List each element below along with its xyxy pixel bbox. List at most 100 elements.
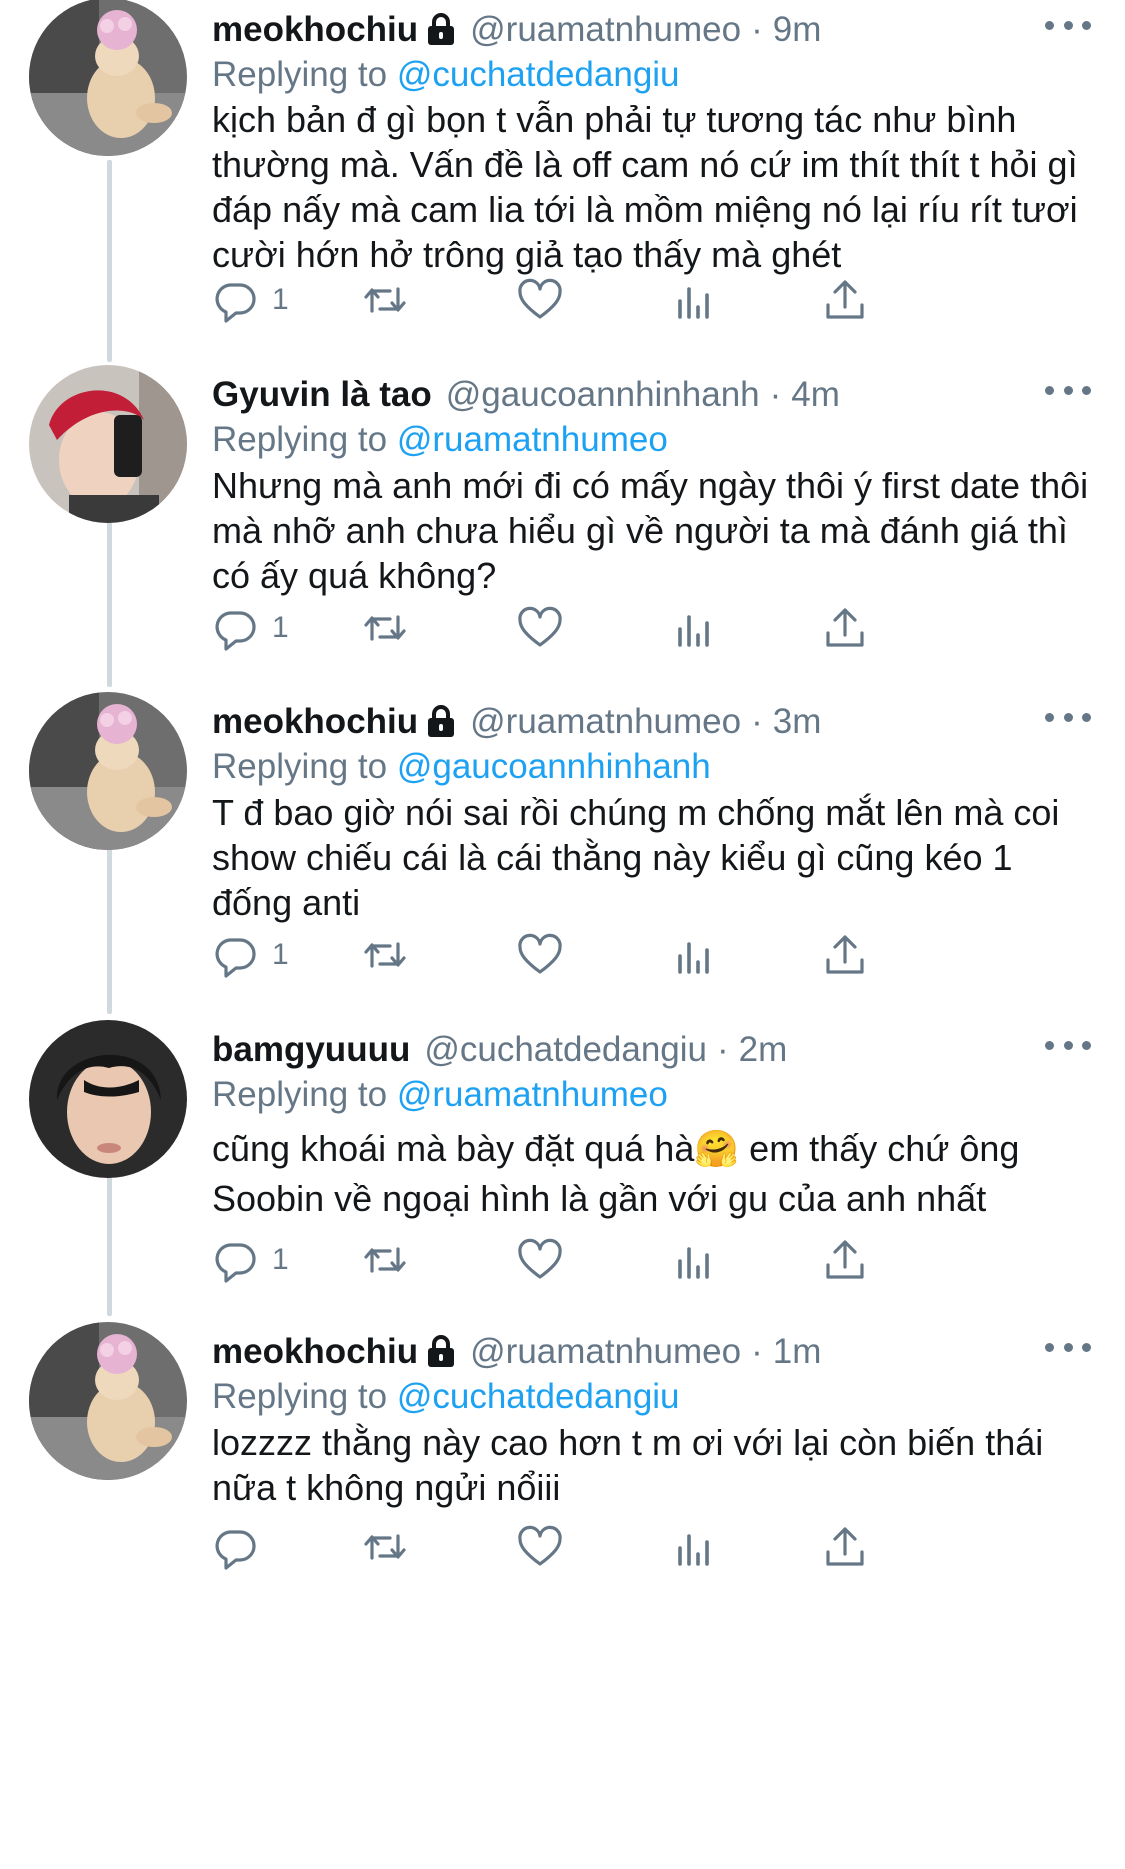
red-hair-selfie-avatar[interactable] xyxy=(29,365,187,523)
reply-icon xyxy=(212,605,258,651)
tweet[interactable]: bamgyuuuu @cuchatdedangiu · 2m Replying … xyxy=(0,1020,1125,1320)
display-name[interactable]: bamgyuuuu xyxy=(212,1030,410,1070)
reply-count: 1 xyxy=(272,283,289,316)
analytics-button[interactable] xyxy=(672,603,718,653)
display-name[interactable]: Gyuvin là tao xyxy=(212,375,432,415)
retweet-button[interactable] xyxy=(362,930,408,980)
like-button[interactable] xyxy=(517,930,563,980)
analytics-button[interactable] xyxy=(672,1235,718,1285)
reply-button[interactable]: 1 xyxy=(212,930,289,980)
retweet-button[interactable] xyxy=(362,275,408,325)
reply-icon xyxy=(212,932,258,978)
reply-mention-link[interactable]: @cuchatdedangiu xyxy=(397,1377,680,1416)
tweet-text: cũng khoái mà bày đặt quá hà🤗 em thấy ch… xyxy=(212,1128,1020,1219)
analytics-icon xyxy=(672,1237,718,1283)
tweet-header: bamgyuuuu @cuchatdedangiu · 2m xyxy=(212,1028,787,1072)
tweet[interactable]: Gyuvin là tao @gaucoannhinhanh · 4m Repl… xyxy=(0,365,1125,690)
reply-button[interactable]: 1 xyxy=(212,275,289,325)
timestamp[interactable]: 9m xyxy=(773,10,822,50)
reply-button[interactable]: 1 xyxy=(212,603,289,653)
replying-to: Replying to @cuchatdedangiu xyxy=(212,1377,680,1417)
retweet-button[interactable] xyxy=(362,603,408,653)
display-name[interactable]: meokhochiu xyxy=(212,702,418,742)
share-button[interactable] xyxy=(822,930,868,980)
cat-avatar[interactable] xyxy=(29,0,187,156)
like-icon xyxy=(517,605,563,651)
retweet-icon xyxy=(362,277,408,323)
cat-avatar[interactable] xyxy=(29,692,187,850)
reply-mention-link[interactable]: @ruamatnhumeo xyxy=(397,1075,668,1114)
tweet-text: lozzzz thằng này cao hơn t m ơi với lại … xyxy=(212,1422,1044,1508)
replying-label: Replying to xyxy=(212,420,388,459)
replying-label: Replying to xyxy=(212,55,388,94)
display-name[interactable]: meokhochiu xyxy=(212,1332,418,1372)
share-button[interactable] xyxy=(822,603,868,653)
more-icon[interactable] xyxy=(1045,10,1091,40)
analytics-icon xyxy=(672,605,718,651)
tweet-actions: 1 xyxy=(212,1235,1032,1285)
user-handle[interactable]: @ruamatnhumeo xyxy=(470,10,741,50)
like-button[interactable] xyxy=(517,603,563,653)
timestamp[interactable]: 1m xyxy=(773,1332,822,1372)
analytics-button[interactable] xyxy=(672,275,718,325)
share-button[interactable] xyxy=(822,1235,868,1285)
tweet-header: Gyuvin là tao @gaucoannhinhanh · 4m xyxy=(212,373,840,417)
reply-mention-link[interactable]: @cuchatdedangiu xyxy=(397,55,680,94)
like-button[interactable] xyxy=(517,275,563,325)
retweet-button[interactable] xyxy=(362,1235,408,1285)
reply-icon xyxy=(212,277,258,323)
lock-icon xyxy=(426,1335,456,1369)
like-icon xyxy=(517,1524,563,1570)
tweet-actions: 1 xyxy=(212,275,1032,325)
display-name[interactable]: meokhochiu xyxy=(212,10,418,50)
timestamp[interactable]: 3m xyxy=(773,702,822,742)
share-button[interactable] xyxy=(822,1522,868,1572)
tweet-text: kịch bản đ gì bọn t vẫn phải tự tương tá… xyxy=(212,99,1078,275)
separator-dot: · xyxy=(751,1332,763,1371)
replying-to: Replying to @cuchatdedangiu xyxy=(212,55,680,95)
retweet-icon xyxy=(362,605,408,651)
analytics-icon xyxy=(672,932,718,978)
analytics-button[interactable] xyxy=(672,930,718,980)
like-icon xyxy=(517,1237,563,1283)
more-icon[interactable] xyxy=(1045,702,1091,732)
tweet[interactable]: meokhochiu @ruamatnhumeo · 3m Replying t… xyxy=(0,692,1125,1017)
share-icon xyxy=(822,932,868,978)
user-handle[interactable]: @ruamatnhumeo xyxy=(470,702,741,742)
reply-count: 1 xyxy=(272,611,289,644)
more-icon[interactable] xyxy=(1045,1030,1091,1060)
tweet-header: meokhochiu @ruamatnhumeo · 3m xyxy=(212,700,821,744)
analytics-icon xyxy=(672,1524,718,1570)
retweet-icon xyxy=(362,932,408,978)
reply-mention-link[interactable]: @ruamatnhumeo xyxy=(397,420,668,459)
like-button[interactable] xyxy=(517,1522,563,1572)
share-button[interactable] xyxy=(822,275,868,325)
reply-button[interactable] xyxy=(212,1522,272,1572)
retweet-icon xyxy=(362,1237,408,1283)
reply-mention-link[interactable]: @gaucoannhinhanh xyxy=(397,747,711,786)
analytics-button[interactable] xyxy=(672,1522,718,1572)
like-icon xyxy=(517,932,563,978)
separator-dot: · xyxy=(751,702,763,741)
tweet-text: Nhưng mà anh mới đi có mấy ngày thôi ý f… xyxy=(212,465,1089,596)
retweet-button[interactable] xyxy=(362,1522,408,1572)
tweet-header: meokhochiu @ruamatnhumeo · 9m xyxy=(212,8,821,52)
separator-dot: · xyxy=(751,10,763,49)
replying-label: Replying to xyxy=(212,1377,388,1416)
user-handle[interactable]: @gaucoannhinhanh xyxy=(446,375,760,415)
timestamp[interactable]: 2m xyxy=(739,1030,788,1070)
tweet-header: meokhochiu @ruamatnhumeo · 1m xyxy=(212,1330,821,1374)
more-icon[interactable] xyxy=(1045,1332,1091,1362)
user-handle[interactable]: @cuchatdedangiu xyxy=(424,1030,707,1070)
like-button[interactable] xyxy=(517,1235,563,1285)
user-handle[interactable]: @ruamatnhumeo xyxy=(470,1332,741,1372)
tweet[interactable]: meokhochiu @ruamatnhumeo · 9m Replying t… xyxy=(0,0,1125,360)
cat-avatar[interactable] xyxy=(29,1322,187,1480)
reply-button[interactable]: 1 xyxy=(212,1235,289,1285)
timestamp[interactable]: 4m xyxy=(791,375,840,415)
dark-hair-avatar[interactable] xyxy=(29,1020,187,1178)
tweet[interactable]: meokhochiu @ruamatnhumeo · 1m Replying t… xyxy=(0,1322,1125,1869)
tweet-actions: 1 xyxy=(212,603,1032,653)
replying-to: Replying to @gaucoannhinhanh xyxy=(212,747,711,787)
more-icon[interactable] xyxy=(1045,375,1091,405)
